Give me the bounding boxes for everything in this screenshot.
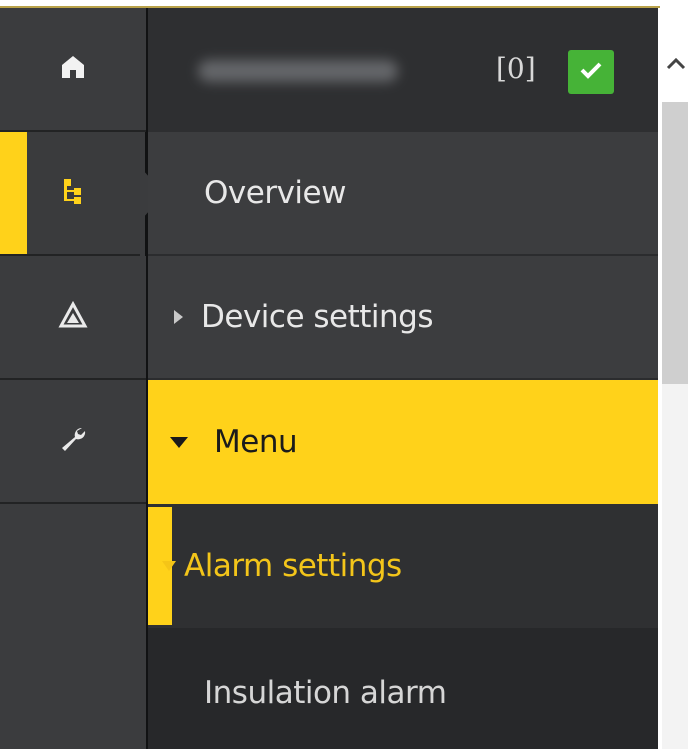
navigation-panel: [0] Overview Device settings Menu Alarm … — [148, 8, 658, 749]
warning-triangle-icon — [58, 300, 88, 334]
content-area-edge — [658, 8, 688, 749]
top-strip — [0, 0, 688, 8]
nav-item-label: Alarm settings — [184, 548, 402, 584]
icon-rail — [0, 8, 168, 749]
scroll-up-icon[interactable] — [666, 56, 686, 70]
rail-alarms[interactable] — [0, 256, 146, 380]
rail-home[interactable] — [0, 8, 146, 132]
collapse-arrow-icon — [162, 561, 176, 571]
home-icon — [58, 52, 88, 86]
rail-tree[interactable] — [0, 132, 146, 256]
nav-item-label: Overview — [204, 175, 346, 211]
check-icon — [579, 60, 603, 84]
nav-item-menu[interactable]: Menu — [148, 380, 658, 504]
app-window: [0] Overview Device settings Menu Alarm … — [0, 0, 688, 749]
collapse-arrow-icon — [170, 436, 188, 448]
wrench-icon — [58, 424, 88, 458]
tree-icon — [58, 176, 88, 210]
expand-arrow-icon — [174, 310, 183, 324]
nav-item-device-settings[interactable]: Device settings — [148, 256, 658, 380]
nav-item-overview[interactable]: Overview — [148, 132, 658, 256]
nav-item-label: Insulation alarm — [204, 674, 447, 711]
nav-item-insulation-alarm[interactable]: Insulation alarm — [148, 628, 658, 749]
nav-item-alarm-settings[interactable]: Alarm settings — [148, 504, 658, 628]
status-count: [0] — [496, 52, 536, 85]
nav-item-label: Menu — [214, 424, 298, 460]
status-ok-badge[interactable] — [568, 50, 614, 94]
rail-tools[interactable] — [0, 380, 146, 504]
nav-item-label: Device settings — [201, 299, 434, 335]
rail-active-indicator — [0, 132, 27, 254]
device-name-redacted — [198, 60, 398, 82]
nav-header: [0] — [148, 8, 658, 132]
scrollbar-thumb[interactable] — [662, 102, 688, 384]
